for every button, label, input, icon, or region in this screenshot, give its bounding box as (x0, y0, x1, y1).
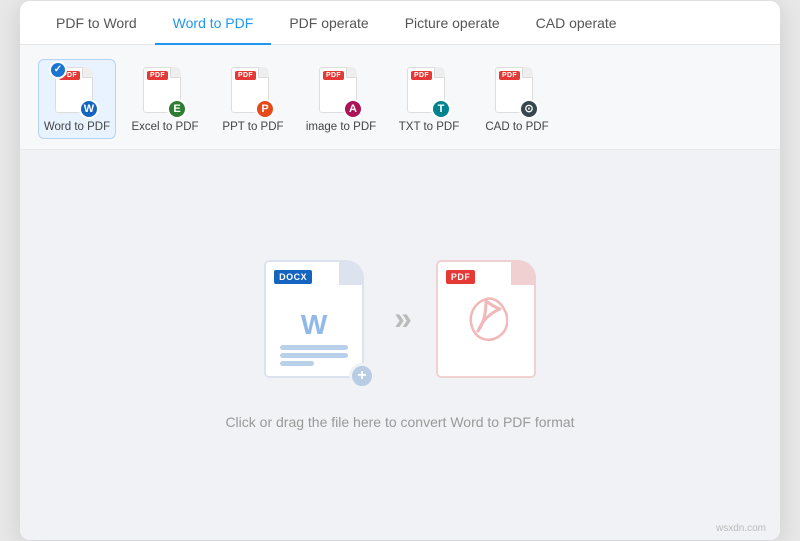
word-to-pdf-icon-wrap: PDF W (55, 67, 99, 117)
tab-pdf-operate[interactable]: PDF operate (271, 1, 386, 45)
ppt-file-icon: PDF P (231, 67, 269, 113)
cad-badge: ⊙ (519, 99, 539, 119)
drop-area[interactable]: DOCX W + » PDF (20, 150, 780, 540)
big-pdf-icon: PDF (436, 260, 536, 378)
tool-label: Word to PDF (44, 121, 110, 133)
tool-label: image to PDF (306, 121, 376, 133)
pdf-label: PDF (235, 71, 256, 80)
doc-line (280, 353, 348, 358)
tool-excel-to-pdf[interactable]: PDF E Excel to PDF (126, 59, 204, 139)
arrow-icon: » (394, 300, 406, 337)
pdf-label: PDF (147, 71, 168, 80)
big-docx-icon: DOCX W + (264, 260, 364, 378)
tab-pdf-to-word[interactable]: PDF to Word (38, 1, 155, 45)
tool-label: TXT to PDF (399, 121, 460, 133)
pdf-label: PDF (323, 71, 344, 80)
sub-toolbar: PDF W Word to PDF PDF E Excel to PDF PDF… (20, 45, 780, 150)
doc-line-short (280, 361, 314, 366)
tool-ppt-to-pdf[interactable]: PDF P PPT to PDF (214, 59, 292, 139)
txt-to-pdf-icon-wrap: PDF T (407, 67, 451, 117)
doc-line (280, 345, 348, 350)
tool-image-to-pdf[interactable]: PDF A image to PDF (302, 59, 380, 139)
tab-word-to-pdf[interactable]: Word to PDF (155, 1, 272, 45)
excel-badge: E (167, 99, 187, 119)
illustration: DOCX W + » PDF (264, 260, 536, 378)
doc-lines (280, 345, 348, 366)
tool-cad-to-pdf[interactable]: PDF ⊙ CAD to PDF (478, 59, 556, 139)
tool-label: PPT to PDF (222, 121, 283, 133)
acrobat-icon (462, 291, 510, 347)
image-badge: A (343, 99, 363, 119)
word-badge: W (79, 99, 99, 119)
ppt-to-pdf-icon-wrap: PDF P (231, 67, 275, 117)
word-letter: W (301, 309, 327, 341)
excel-file-icon: PDF E (143, 67, 181, 113)
tool-txt-to-pdf[interactable]: PDF T TXT to PDF (390, 59, 468, 139)
docx-badge-label: DOCX (274, 270, 312, 284)
excel-to-pdf-icon-wrap: PDF E (143, 67, 187, 117)
tool-label: CAD to PDF (485, 121, 548, 133)
txt-file-icon: PDF T (407, 67, 445, 113)
cad-to-pdf-icon-wrap: PDF ⊙ (495, 67, 539, 117)
tab-bar: PDF to Word Word to PDF PDF operate Pict… (20, 1, 780, 45)
image-file-icon: PDF A (319, 67, 357, 113)
tool-label: Excel to PDF (131, 121, 198, 133)
image-to-pdf-icon-wrap: PDF A (319, 67, 363, 117)
pdf-label: PDF (499, 71, 520, 80)
watermark: wsxdn.com (716, 523, 766, 534)
txt-badge: T (431, 99, 451, 119)
add-circle-icon: + (349, 363, 375, 389)
drop-hint-text: Click or drag the file here to convert W… (225, 414, 574, 430)
pdf-label: PDF (411, 71, 432, 80)
tab-cad-operate[interactable]: CAD operate (518, 1, 635, 45)
app-window: PDF to Word Word to PDF PDF operate Pict… (20, 1, 780, 540)
tab-picture-operate[interactable]: Picture operate (387, 1, 518, 45)
tool-word-to-pdf[interactable]: PDF W Word to PDF (38, 59, 116, 139)
cad-file-icon: PDF ⊙ (495, 67, 533, 113)
selected-check (49, 61, 67, 79)
ppt-badge: P (255, 99, 275, 119)
pdf-badge-label: PDF (446, 270, 476, 284)
